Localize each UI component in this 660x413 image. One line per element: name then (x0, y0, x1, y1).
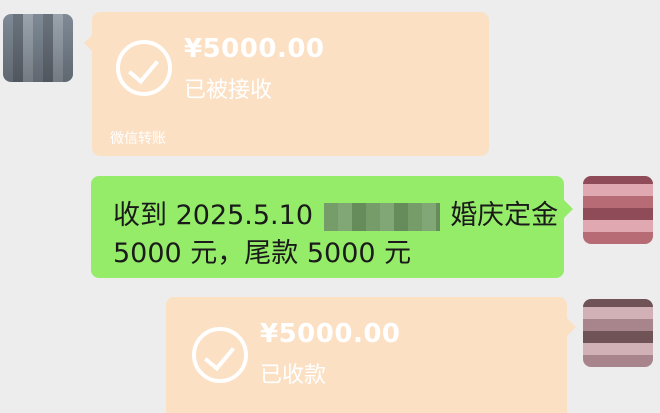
self-avatar[interactable] (583, 299, 653, 367)
sender-avatar[interactable] (3, 14, 73, 82)
check-circle-icon (116, 40, 172, 96)
bubble-tail (567, 318, 576, 336)
message-text-prefix: 收到 2025.5.10 (113, 200, 313, 231)
transfer-message-sent[interactable]: ¥5000.00 已收款 (166, 297, 567, 413)
message-line-1: 收到 2025.5.10 婚庆定金 (113, 193, 558, 232)
transfer-message-received[interactable]: ¥5000.00 已被接收 微信转账 (92, 12, 489, 156)
redacted-text (323, 202, 440, 231)
transfer-status: 已收款 (260, 363, 327, 388)
transfer-amount: ¥5000.00 (184, 34, 325, 64)
bubble-tail (564, 200, 573, 218)
message-text-suffix: 婚庆定金 (450, 200, 559, 231)
self-avatar[interactable] (583, 176, 653, 244)
check-circle-icon (192, 327, 248, 383)
transfer-status: 已被接收 (184, 78, 273, 103)
transfer-label: 微信转账 (110, 131, 166, 147)
text-message[interactable]: 收到 2025.5.10 婚庆定金 5000 元，尾款 5000 元 (91, 176, 564, 278)
transfer-amount: ¥5000.00 (260, 319, 401, 349)
message-line-2: 5000 元，尾款 5000 元 (113, 238, 412, 269)
